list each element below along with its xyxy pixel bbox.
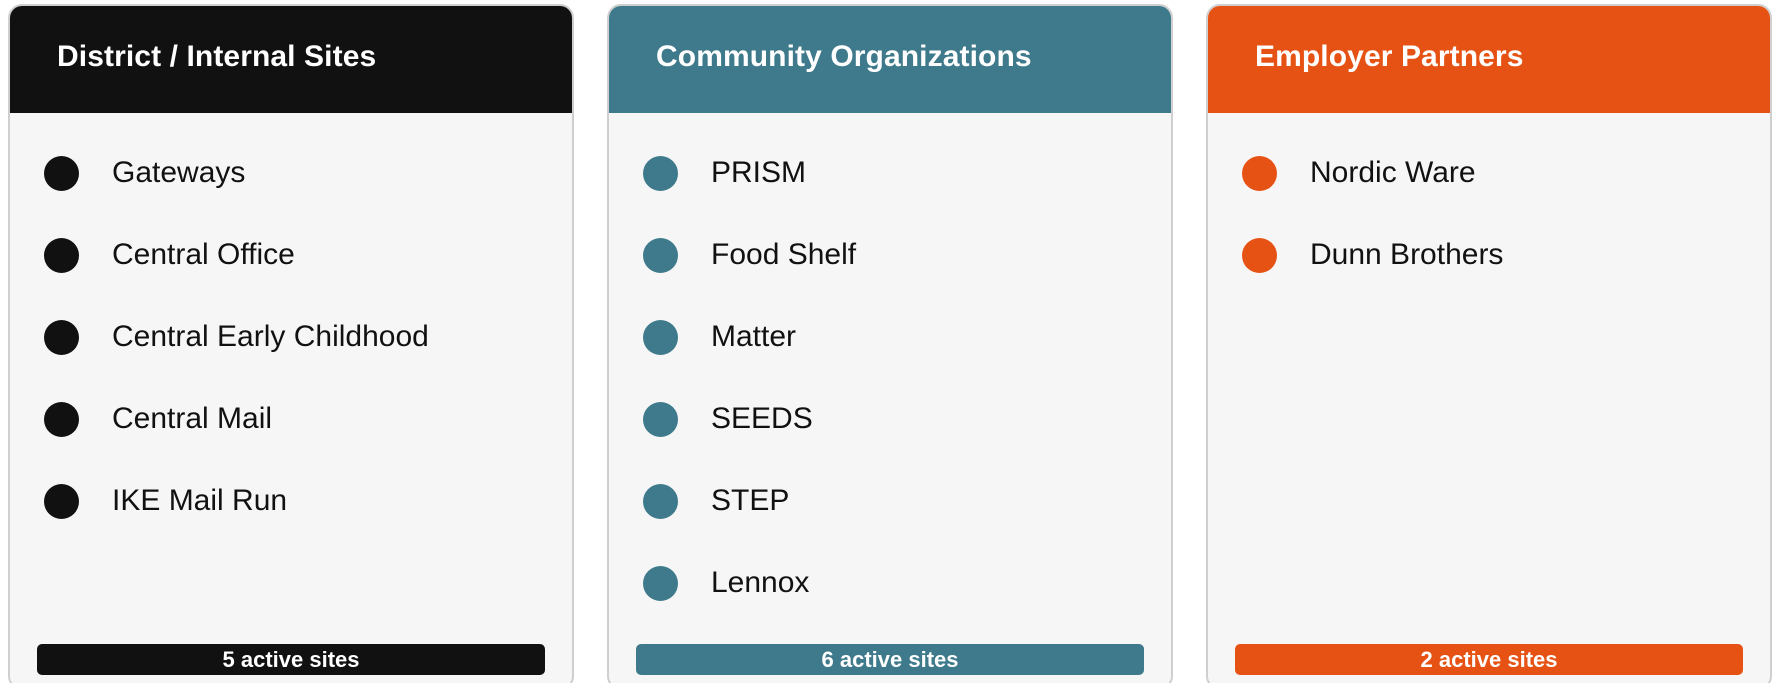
list-item[interactable]: IKE Mail Run	[44, 481, 287, 521]
bullet-dot-icon	[643, 401, 678, 437]
site-name: IKE Mail Run	[112, 484, 288, 517]
site-name: STEP	[711, 484, 790, 517]
bullet-dot-icon	[1242, 155, 1277, 191]
bullet-dot-icon	[643, 483, 678, 519]
card-title: Community Organizations	[656, 39, 1032, 73]
bullet-dot-icon	[44, 483, 79, 519]
site-name: Central Early Childhood	[112, 320, 429, 353]
list-item[interactable]: Food Shelf	[643, 235, 856, 275]
card-title: District / Internal Sites	[57, 39, 377, 73]
card-employer-partners: Employer Partners Nordic Ware Dunn Broth…	[1206, 4, 1772, 683]
list-item[interactable]: Gateways	[44, 153, 245, 193]
bullet-dot-icon	[44, 319, 79, 355]
bullet-dot-icon	[1242, 237, 1277, 273]
active-sites-count: 5 active sites	[37, 644, 545, 675]
site-name: PRISM	[711, 156, 807, 189]
site-list: Nordic Ware Dunn Brothers	[1208, 113, 1770, 683]
site-name: Central Office	[112, 238, 295, 271]
site-name: SEEDS	[711, 402, 813, 435]
site-name: Central Mail	[112, 402, 273, 435]
bullet-dot-icon	[643, 319, 678, 355]
card-header: District / Internal Sites	[10, 6, 572, 113]
list-item[interactable]: STEP	[643, 481, 789, 521]
card-community-organizations: Community Organizations PRISM Food Shelf…	[607, 4, 1173, 683]
site-name: Food Shelf	[711, 238, 857, 271]
list-item[interactable]: Central Office	[44, 235, 295, 275]
site-name: Lennox	[711, 566, 810, 599]
list-item[interactable]: Lennox	[643, 563, 809, 603]
bullet-dot-icon	[643, 565, 678, 601]
active-sites-count: 6 active sites	[636, 644, 1144, 675]
bullet-dot-icon	[44, 155, 79, 191]
bullet-dot-icon	[643, 237, 678, 273]
bullet-dot-icon	[643, 155, 678, 191]
list-item[interactable]: Nordic Ware	[1242, 153, 1476, 193]
list-item[interactable]: SEEDS	[643, 399, 813, 439]
site-list: PRISM Food Shelf Matter SEEDS STEP Lenno…	[609, 113, 1171, 683]
list-item[interactable]: Central Mail	[44, 399, 272, 439]
card-header: Community Organizations	[609, 6, 1171, 113]
site-name: Matter	[711, 320, 797, 353]
site-board: District / Internal Sites Gateways Centr…	[0, 0, 1775, 683]
list-item[interactable]: PRISM	[643, 153, 806, 193]
bullet-dot-icon	[44, 237, 79, 273]
site-name: Nordic Ware	[1310, 156, 1476, 189]
active-sites-count: 2 active sites	[1235, 644, 1743, 675]
card-header: Employer Partners	[1208, 6, 1770, 113]
card-district-internal-sites: District / Internal Sites Gateways Centr…	[8, 4, 574, 683]
list-item[interactable]: Central Early Childhood	[44, 317, 429, 357]
list-item[interactable]: Dunn Brothers	[1242, 235, 1503, 275]
bullet-dot-icon	[44, 401, 79, 437]
list-item[interactable]: Matter	[643, 317, 796, 357]
card-title: Employer Partners	[1255, 39, 1524, 73]
site-name: Dunn Brothers	[1310, 238, 1504, 271]
site-name: Gateways	[112, 156, 246, 189]
site-list: Gateways Central Office Central Early Ch…	[10, 113, 572, 683]
